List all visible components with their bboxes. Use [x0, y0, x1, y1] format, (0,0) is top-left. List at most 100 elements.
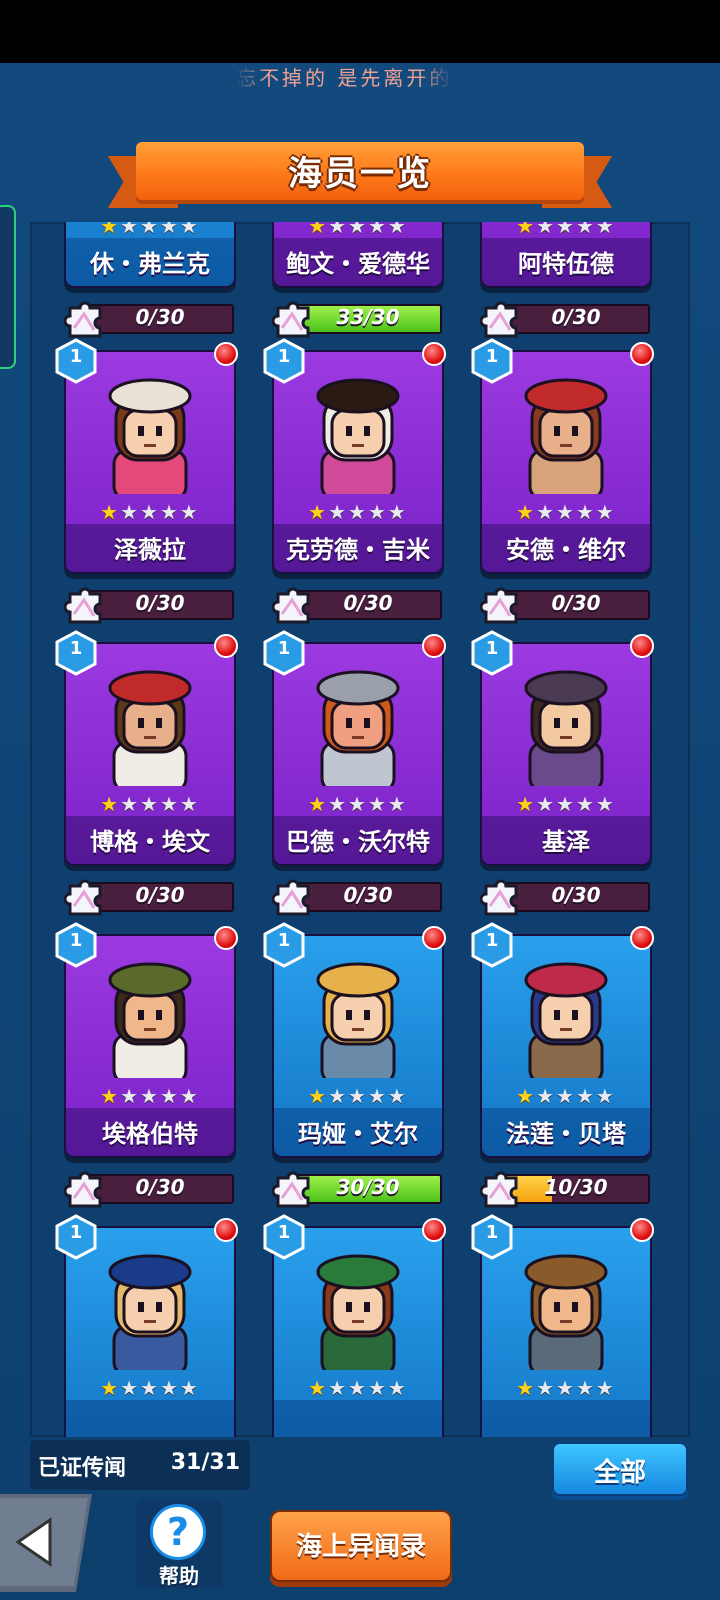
crew-card[interactable]: ★★★★★ 埃格伯特 1 [55, 922, 238, 1162]
crew-card[interactable]: ★★★★★ 基泽 1 [471, 630, 654, 870]
star-empty-icon: ★ [159, 222, 180, 238]
level-badge: 1 [262, 922, 306, 968]
shard-progress: 0/30 [64, 876, 236, 916]
help-label: 帮助 [159, 1564, 199, 1588]
star-empty-icon: ★ [595, 792, 616, 816]
level-number: 1 [277, 346, 291, 367]
back-button-face[interactable] [0, 1498, 88, 1586]
level-badge: 1 [262, 338, 306, 384]
star-filled-icon: ★ [100, 500, 121, 524]
back-arrow-icon [15, 1517, 52, 1567]
shard-progress: 0/30 [480, 876, 652, 916]
star-empty-icon: ★ [595, 1084, 616, 1108]
star-filled-icon: ★ [100, 222, 121, 238]
crew-grid[interactable]: ★★★★★休・弗兰克10/30★★★★★鲍文・爱德华133/30★★★★★阿特伍… [30, 222, 690, 1437]
crew-name: 休・弗兰克 [90, 250, 210, 278]
star-empty-icon: ★ [159, 792, 180, 816]
level-number: 1 [277, 930, 291, 951]
help-button[interactable]: ? 帮助 [136, 1500, 222, 1588]
level-number: 1 [69, 930, 83, 951]
shard-progress: 10/30 [480, 1168, 652, 1208]
star-rating: ★★★★★ [66, 792, 234, 816]
crew-card[interactable]: ★★★★★ 玛娅・艾尔 1 [263, 922, 446, 1162]
star-rating: ★★★★★ [482, 792, 650, 816]
crew-portrait-icon [316, 1254, 400, 1370]
banner-plate: 海员一览 [136, 142, 584, 200]
star-empty-icon: ★ [179, 1376, 200, 1400]
star-empty-icon: ★ [387, 1084, 408, 1108]
star-empty-icon: ★ [140, 792, 160, 816]
star-rating: ★★★★★ [66, 1084, 234, 1108]
card-frame: ★★★★★ 阿特伍德 [480, 222, 652, 288]
crew-card[interactable]: ★★★★★阿特伍德1 [476, 222, 652, 292]
shard-progress: 0/30 [480, 584, 652, 624]
star-empty-icon: ★ [348, 1084, 368, 1108]
crew-card[interactable]: ★★★★★ 博格・埃文 1 [55, 630, 238, 870]
level-badge: 1 [470, 630, 514, 676]
crew-portrait-icon [108, 670, 192, 786]
crew-name: 基泽 [542, 828, 590, 856]
star-empty-icon: ★ [387, 792, 408, 816]
star-empty-icon: ★ [120, 1376, 141, 1400]
shard-progress: 0/30 [64, 584, 236, 624]
star-rating: ★★★★★ [274, 1084, 442, 1108]
star-empty-icon: ★ [159, 1376, 180, 1400]
star-rating: ★★★★★ [482, 222, 650, 238]
star-empty-icon: ★ [159, 1084, 180, 1108]
star-empty-icon: ★ [595, 1376, 616, 1400]
star-empty-icon: ★ [387, 222, 408, 238]
notification-dot [214, 342, 238, 366]
crew-card[interactable]: ★★★★★ 1 [55, 1214, 238, 1437]
star-empty-icon: ★ [348, 500, 368, 524]
card-frame: ★★★★★ 休・弗兰克 [64, 222, 236, 288]
filter-all-button[interactable]: 全部 [552, 1442, 688, 1496]
star-empty-icon: ★ [348, 792, 368, 816]
crew-card[interactable]: ★★★★★ 1 [263, 1214, 446, 1437]
star-empty-icon: ★ [179, 1084, 200, 1108]
star-empty-icon: ★ [328, 792, 349, 816]
star-empty-icon: ★ [367, 222, 388, 238]
progress-text: 30/30 [336, 1175, 400, 1199]
star-empty-icon: ★ [120, 500, 141, 524]
crew-card[interactable]: ★★★★★鲍文・爱德华1 [268, 222, 444, 292]
crew-card[interactable]: ★★★★★ 1 [471, 1214, 654, 1437]
star-rating: ★★★★★ [66, 500, 234, 524]
notification-dot [422, 342, 446, 366]
star-empty-icon: ★ [367, 1376, 388, 1400]
star-empty-icon: ★ [159, 500, 180, 524]
crew-portrait-icon [524, 962, 608, 1078]
star-empty-icon: ★ [179, 222, 200, 238]
star-filled-icon: ★ [100, 1084, 121, 1108]
crew-name: 泽薇拉 [114, 536, 186, 564]
crew-card[interactable]: ★★★★★ 法莲・贝塔 1 [471, 922, 654, 1162]
crew-card[interactable]: ★★★★★ 克劳德・吉米 1 [263, 338, 446, 578]
sea-lore-button[interactable]: 海上异闻录 [270, 1510, 452, 1582]
shard-progress: 0/30 [480, 298, 652, 338]
crew-card[interactable]: ★★★★★ 泽薇拉 1 [55, 338, 238, 578]
crew-portrait-icon [108, 1254, 192, 1370]
sea-lore-label: 海上异闻录 [295, 1532, 426, 1562]
level-number: 1 [485, 346, 499, 367]
side-tab[interactable] [0, 205, 16, 369]
star-empty-icon: ★ [348, 1376, 368, 1400]
crew-portrait-icon [524, 670, 608, 786]
notification-dot [214, 1218, 238, 1242]
crew-card[interactable]: ★★★★★休・弗兰克1 [60, 222, 236, 292]
crew-card[interactable]: ★★★★★ 巴德・沃尔特 1 [263, 630, 446, 870]
progress-text: 0/30 [135, 305, 185, 329]
level-badge: 1 [54, 630, 98, 676]
shard-progress: 0/30 [272, 584, 444, 624]
star-empty-icon: ★ [575, 1084, 596, 1108]
crew-card[interactable]: ★★★★★ 安德・维尔 1 [471, 338, 654, 578]
crew-name: 巴德・沃尔特 [286, 828, 430, 856]
progress-text: 0/30 [551, 305, 601, 329]
star-empty-icon: ★ [120, 792, 141, 816]
crew-name: 鲍文・爱德华 [286, 250, 430, 278]
notification-dot [422, 926, 446, 950]
star-empty-icon: ★ [140, 1084, 160, 1108]
star-filled-icon: ★ [516, 222, 537, 238]
star-empty-icon: ★ [575, 1376, 596, 1400]
level-badge: 1 [470, 1214, 514, 1260]
star-empty-icon: ★ [575, 500, 596, 524]
level-number: 1 [69, 346, 83, 367]
